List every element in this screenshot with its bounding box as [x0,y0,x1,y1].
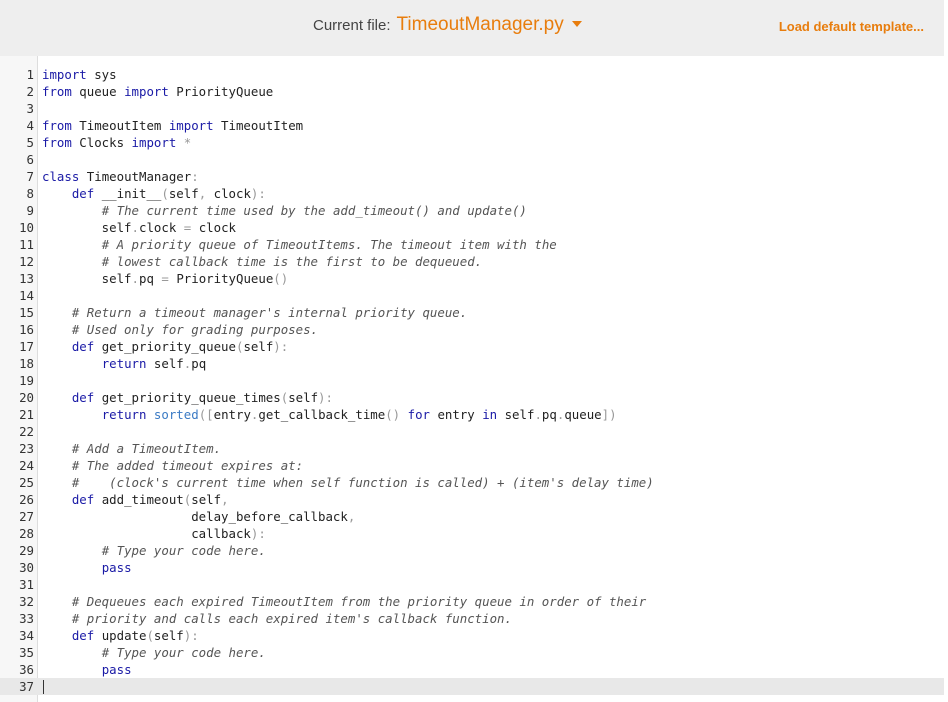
code-line[interactable]: # lowest callback time is the first to b… [42,253,654,270]
code-line[interactable]: def __init__(self, clock): [42,185,654,202]
line-number: 6 [26,152,34,167]
line-number: 12 [19,254,34,269]
code-line[interactable]: # Return a timeout manager's internal pr… [42,304,654,321]
line-number: 18 [19,356,34,371]
line-number: 25 [19,475,34,490]
code-line[interactable]: ​ [42,576,654,593]
code-line[interactable]: # The added timeout expires at: [42,457,654,474]
text-cursor [43,680,44,694]
line-number: 37 [19,679,34,694]
code-line[interactable]: return sorted([entry.get_callback_time()… [42,406,654,423]
code-line[interactable]: # Dequeues each expired TimeoutItem from… [42,593,654,610]
line-number: 29 [19,543,34,558]
file-selector-dropdown[interactable]: Current file: TimeoutManager.py [313,14,582,42]
line-number: 23 [19,441,34,456]
code-line[interactable]: ​ [42,100,654,117]
line-number: 32 [19,594,34,609]
code-text[interactable]: import sys from queue import PriorityQueu… [42,66,654,695]
code-line[interactable]: # The current time used by the add_timeo… [42,202,654,219]
line-number: 14 [19,288,34,303]
line-number: 22 [19,424,34,439]
code-line[interactable]: ​ [42,372,654,389]
line-number: 33 [19,611,34,626]
code-line[interactable]: self.clock = clock [42,219,654,236]
code-line[interactable]: from queue import PriorityQueue [42,83,654,100]
line-number: 35 [19,645,34,660]
line-number: 31 [19,577,34,592]
line-number: 3 [26,101,34,116]
line-number: 34 [19,628,34,643]
code-line[interactable]: self.pq = PriorityQueue() [42,270,654,287]
line-number: 36 [19,662,34,677]
line-number: 15 [19,305,34,320]
code-line[interactable]: # Add a TimeoutItem. [42,440,654,457]
code-line[interactable]: callback): [42,525,654,542]
line-number: 13 [19,271,34,286]
code-line[interactable]: # priority and calls each expired item's… [42,610,654,627]
code-line[interactable]: ​ [42,678,654,695]
line-number: 9 [26,203,34,218]
code-line[interactable]: ​ [42,151,654,168]
code-line[interactable]: def get_priority_queue_times(self): [42,389,654,406]
line-numbers: 1 2 3 4 5 6 7 8 9 10 11 12 13 14 15 16 17 18 19 20 21 22 23 24 2… [0,66,34,695]
line-number: 19 [19,373,34,388]
line-number: 30 [19,560,34,575]
code-line[interactable]: from TimeoutItem import TimeoutItem [42,117,654,134]
line-number: 26 [19,492,34,507]
code-line[interactable]: class TimeoutManager: [42,168,654,185]
code-line[interactable]: pass [42,661,654,678]
line-number: 20 [19,390,34,405]
code-line[interactable]: # Type your code here. [42,644,654,661]
code-line[interactable]: # A priority queue of TimeoutItems. The … [42,236,654,253]
code-line[interactable]: ​ [42,423,654,440]
line-number: 10 [19,220,34,235]
code-line[interactable]: from Clocks import * [42,134,654,151]
line-number: 2 [26,84,34,99]
line-number: 8 [26,186,34,201]
line-number: 5 [26,135,34,150]
line-number: 16 [19,322,34,337]
file-selector-label: Current file: [313,17,391,34]
code-line[interactable]: # (clock's current time when self functi… [42,474,654,491]
code-line[interactable]: def get_priority_queue(self): [42,338,654,355]
line-number: 1 [26,67,34,82]
load-default-template-link[interactable]: Load default template... [779,19,924,34]
code-line[interactable]: # Used only for grading purposes. [42,321,654,338]
code-line[interactable]: pass [42,559,654,576]
code-editor[interactable]: 1 2 3 4 5 6 7 8 9 10 11 12 13 14 15 16 17 18 19 20 21 22 23 24 2… [0,56,944,702]
line-number: 21 [19,407,34,422]
code-line[interactable]: return self.pq [42,355,654,372]
line-number: 17 [19,339,34,354]
line-number: 11 [19,237,34,252]
line-number: 4 [26,118,34,133]
chevron-down-icon[interactable] [571,21,582,27]
code-line[interactable]: def update(self): [42,627,654,644]
code-line[interactable]: ​ [42,287,654,304]
code-line[interactable]: import sys [42,66,654,83]
current-file-name[interactable]: TimeoutManager.py [397,14,564,36]
editor-toolbar: Current file: TimeoutManager.py Load def… [0,0,944,56]
code-line[interactable]: def add_timeout(self, [42,491,654,508]
code-line[interactable]: delay_before_callback, [42,508,654,525]
line-number: 24 [19,458,34,473]
line-number: 28 [19,526,34,541]
line-number: 7 [26,169,34,184]
line-number: 27 [19,509,34,524]
code-line[interactable]: # Type your code here. [42,542,654,559]
